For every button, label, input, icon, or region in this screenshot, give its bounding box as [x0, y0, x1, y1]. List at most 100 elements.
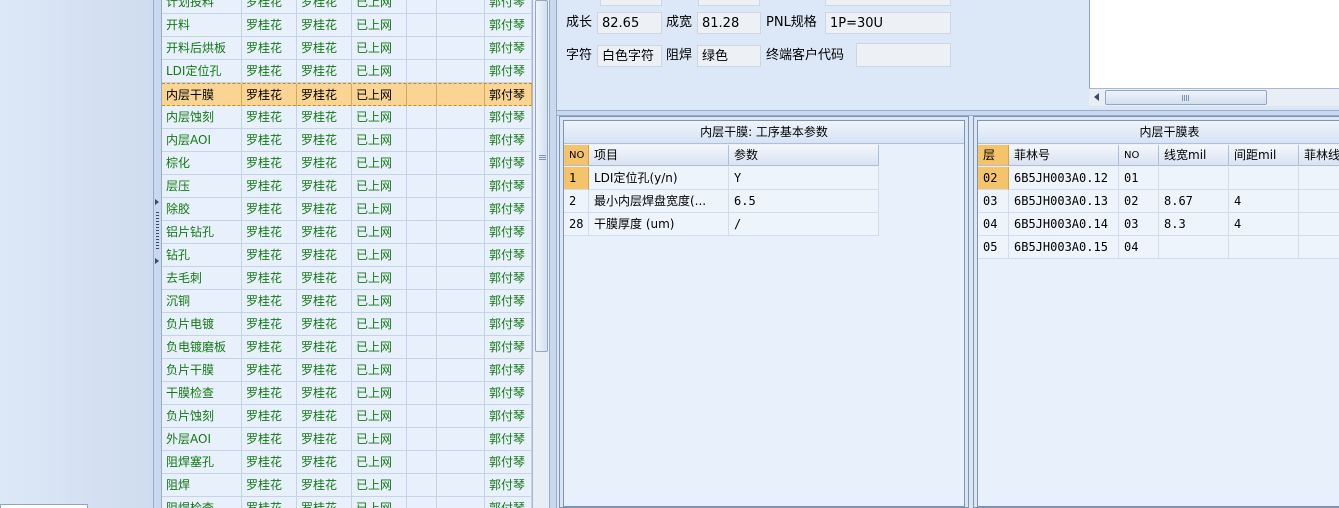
empty-cell [407, 84, 437, 106]
process-row[interactable]: 负片干膜 罗桂花 罗桂花 已上网 郭付琴 [162, 359, 532, 382]
left-splitter[interactable] [153, 0, 162, 508]
film-layer-cell[interactable]: 05 [978, 236, 1009, 259]
width-field[interactable]: 81.28 [697, 12, 761, 34]
info-field-clipped[interactable] [600, 0, 662, 6]
info-field-clipped[interactable] [698, 0, 760, 6]
status-cell: 已上网 [352, 290, 407, 312]
reviewer-cell: 罗桂花 [297, 14, 352, 36]
process-row[interactable]: 钻孔 罗桂花 罗桂花 已上网 郭付琴 [162, 244, 532, 267]
status-cell: 已上网 [352, 152, 407, 174]
operator-cell: 罗桂花 [242, 0, 297, 13]
process-row[interactable]: 沉铜 罗桂花 罗桂花 已上网 郭付琴 [162, 290, 532, 313]
film-seq-cell[interactable]: 03 [1119, 213, 1159, 236]
film-seq-cell[interactable]: 04 [1119, 236, 1159, 259]
film-line-cell[interactable] [1299, 190, 1339, 213]
process-row[interactable]: 计划投料 罗桂花 罗桂花 已上网 郭付琴 [162, 0, 532, 14]
customer-code-field[interactable] [856, 43, 951, 67]
owner-cell: 郭付琴 [485, 14, 532, 36]
process-row[interactable]: 开料 罗桂花 罗桂花 已上网 郭付琴 [162, 14, 532, 37]
film-header-film-no[interactable]: 菲林号 [1009, 145, 1119, 166]
film-line-cell[interactable] [1299, 167, 1339, 190]
film-header-film-line[interactable]: 菲林线 [1299, 145, 1339, 166]
empty-cell [407, 382, 437, 404]
character-field[interactable]: 白色字符 [597, 45, 662, 67]
film-header-spacing[interactable]: 间距mil [1229, 145, 1299, 166]
process-row[interactable]: 内层蚀刻 罗桂花 罗桂花 已上网 郭付琴 [162, 106, 532, 129]
process-name-cell: 负片蚀刻 [162, 405, 242, 427]
reviewer-cell: 罗桂花 [297, 497, 352, 508]
process-row[interactable]: 棕化 罗桂花 罗桂花 已上网 郭付琴 [162, 152, 532, 175]
process-row[interactable]: 阻焊塞孔 罗桂花 罗桂花 已上网 郭付琴 [162, 451, 532, 474]
film-header-line-width[interactable]: 线宽mil [1159, 145, 1229, 166]
film-seq-cell[interactable]: 02 [1119, 190, 1159, 213]
process-list-grid[interactable]: 计划投料 罗桂花 罗桂花 已上网 郭付琴 开料 罗桂花 罗桂花 已上网 郭付琴 开料后烘板 罗桂花 罗桂… [162, 0, 532, 508]
film-spacing-cell[interactable]: 4 [1229, 213, 1299, 236]
process-row[interactable]: 负片蚀刻 罗桂花 罗桂花 已上网 郭付琴 [162, 405, 532, 428]
process-list-scrollbar[interactable] [532, 0, 549, 508]
process-row[interactable]: 铝片钻孔 罗桂花 罗桂花 已上网 郭付琴 [162, 221, 532, 244]
film-line-cell[interactable] [1299, 213, 1339, 236]
process-row[interactable]: 内层干膜 罗桂花 罗桂花 已上网 郭付琴 [162, 83, 532, 106]
process-row[interactable]: 内层AOI 罗桂花 罗桂花 已上网 郭付琴 [162, 129, 532, 152]
params-header-no[interactable]: NO [564, 145, 589, 166]
left-pane-bottom-tab[interactable] [0, 504, 88, 508]
params-row-no[interactable]: 1 [564, 167, 589, 190]
empty-cell [407, 405, 437, 427]
params-item-cell[interactable]: 干膜厚度 (um) [589, 213, 729, 236]
process-row[interactable]: 开料后烘板 罗桂花 罗桂花 已上网 郭付琴 [162, 37, 532, 60]
horizontal-scroll-thumb[interactable] [1105, 90, 1267, 105]
owner-cell: 郭付琴 [485, 359, 532, 381]
process-row[interactable]: 去毛刺 罗桂花 罗桂花 已上网 郭付琴 [162, 267, 532, 290]
pnl-spec-field[interactable]: 1P=30U [825, 12, 951, 34]
process-row[interactable]: LDI定位孔 罗桂花 罗桂花 已上网 郭付琴 [162, 60, 532, 83]
process-row[interactable]: 外层AOI 罗桂花 罗桂花 已上网 郭付琴 [162, 428, 532, 451]
scrollbar-thumb[interactable] [535, 0, 548, 352]
params-row-no[interactable]: 28 [564, 213, 589, 236]
film-line-cell[interactable] [1299, 236, 1339, 259]
info-field-clipped[interactable] [825, 0, 951, 6]
process-row[interactable]: 除胶 罗桂花 罗桂花 已上网 郭付琴 [162, 198, 532, 221]
film-line-width-cell[interactable]: 8.3 [1159, 213, 1229, 236]
solder-mask-field[interactable]: 绿色 [697, 45, 761, 67]
params-value-cell[interactable]: / [729, 213, 879, 236]
growth-field[interactable]: 82.65 [597, 12, 662, 34]
scroll-left-icon[interactable] [1094, 93, 1099, 101]
process-name-cell: 层压 [162, 175, 242, 197]
params-header-param[interactable]: 参数 [729, 145, 879, 166]
process-row[interactable]: 阻焊 罗桂花 罗桂花 已上网 郭付琴 [162, 474, 532, 497]
process-row[interactable]: 干膜检查 罗桂花 罗桂花 已上网 郭付琴 [162, 382, 532, 405]
film-layer-cell[interactable]: 03 [978, 190, 1009, 213]
main-splitter[interactable] [549, 0, 557, 508]
film-header-layer[interactable]: 层 [978, 145, 1009, 166]
film-no-cell[interactable]: 6B5JH003A0.13 [1009, 190, 1119, 213]
film-spacing-cell[interactable] [1229, 167, 1299, 190]
params-header-item[interactable]: 项目 [589, 145, 729, 166]
empty-cell [437, 0, 485, 13]
film-line-width-cell[interactable]: 8.67 [1159, 190, 1229, 213]
params-item-cell[interactable]: 最小内层焊盘宽度(... [589, 190, 729, 213]
film-spacing-cell[interactable]: 4 [1229, 190, 1299, 213]
film-header-no[interactable]: NO [1119, 145, 1159, 166]
operator-cell: 罗桂花 [242, 37, 297, 59]
params-item-cell[interactable]: LDI定位孔(y/n) [589, 167, 729, 190]
empty-cell [437, 198, 485, 220]
film-no-cell[interactable]: 6B5JH003A0.15 [1009, 236, 1119, 259]
process-row[interactable]: 负片电镀 罗桂花 罗桂花 已上网 郭付琴 [162, 313, 532, 336]
film-no-cell[interactable]: 6B5JH003A0.12 [1009, 167, 1119, 190]
film-spacing-cell[interactable] [1229, 236, 1299, 259]
film-line-width-cell[interactable] [1159, 167, 1229, 190]
collapse-arrow-icon[interactable] [155, 199, 159, 205]
preview-horizontal-scrollbar[interactable] [1089, 88, 1339, 106]
film-layer-cell[interactable]: 02 [978, 167, 1009, 190]
params-value-cell[interactable]: Y [729, 167, 879, 190]
process-row[interactable]: 层压 罗桂花 罗桂花 已上网 郭付琴 [162, 175, 532, 198]
params-row-no[interactable]: 2 [564, 190, 589, 213]
film-layer-cell[interactable]: 04 [978, 213, 1009, 236]
expand-arrow-icon[interactable] [155, 258, 159, 264]
process-row[interactable]: 负电镀磨板 罗桂花 罗桂花 已上网 郭付琴 [162, 336, 532, 359]
params-value-cell[interactable]: 6.5 [729, 190, 879, 213]
film-no-cell[interactable]: 6B5JH003A0.14 [1009, 213, 1119, 236]
film-seq-cell[interactable]: 01 [1119, 167, 1159, 190]
process-row[interactable]: 阻焊检查 罗桂花 罗桂花 已上网 郭付琴 [162, 497, 532, 508]
film-line-width-cell[interactable] [1159, 236, 1229, 259]
